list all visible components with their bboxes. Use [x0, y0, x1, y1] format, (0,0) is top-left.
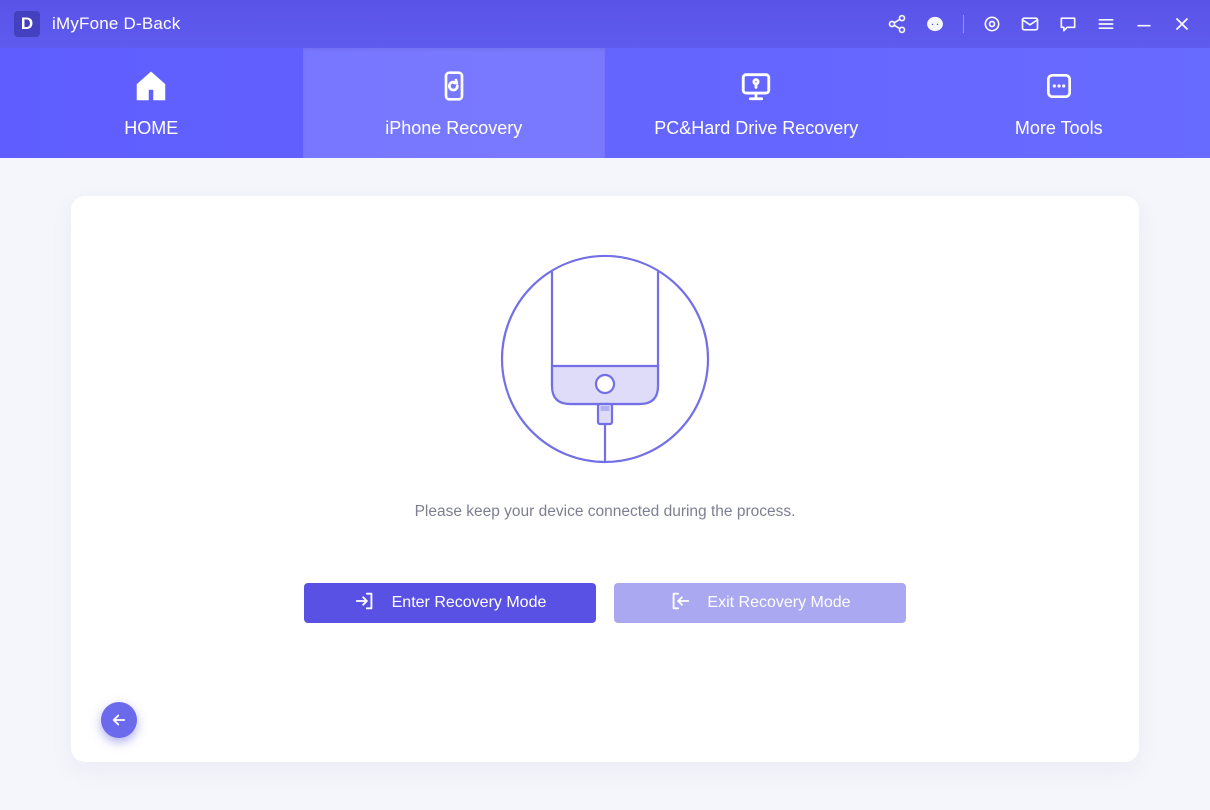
exit-recovery-button[interactable]: Exit Recovery Mode: [614, 583, 906, 623]
separator: [963, 15, 964, 33]
button-label: Exit Recovery Mode: [707, 594, 850, 612]
app-title: iMyFone D-Back: [52, 14, 180, 34]
menu-icon[interactable]: [1096, 14, 1116, 34]
device-connected-illustration: [500, 254, 710, 469]
app-logo: D: [14, 11, 40, 37]
tab-more-tools[interactable]: More Tools: [908, 48, 1210, 158]
mail-icon[interactable]: [1020, 14, 1040, 34]
tab-iphone-recovery[interactable]: iPhone Recovery: [303, 48, 606, 158]
titlebar-icon-group: [887, 14, 1192, 34]
monitor-icon: [738, 68, 774, 104]
button-row: Enter Recovery Mode Exit Recovery Mode: [304, 583, 906, 623]
tab-label: iPhone Recovery: [385, 118, 522, 139]
home-icon: [133, 68, 169, 104]
share-icon[interactable]: [887, 14, 907, 34]
main-nav: HOME iPhone Recovery PC&Hard Drive Recov…: [0, 48, 1210, 158]
more-icon: [1041, 68, 1077, 104]
tab-label: More Tools: [1015, 118, 1103, 139]
tab-label: HOME: [124, 118, 178, 139]
minimize-icon[interactable]: [1134, 14, 1154, 34]
target-icon[interactable]: [982, 14, 1002, 34]
content-area: Please keep your device connected during…: [0, 158, 1210, 810]
button-label: Enter Recovery Mode: [392, 594, 547, 612]
enter-recovery-button[interactable]: Enter Recovery Mode: [304, 583, 596, 623]
tab-home[interactable]: HOME: [0, 48, 303, 158]
tab-pc-recovery[interactable]: PC&Hard Drive Recovery: [605, 48, 908, 158]
discord-icon[interactable]: [925, 14, 945, 34]
tab-label: PC&Hard Drive Recovery: [654, 118, 858, 139]
close-icon[interactable]: [1172, 14, 1192, 34]
back-button[interactable]: [101, 702, 137, 738]
exit-icon: [669, 590, 691, 617]
feedback-icon[interactable]: [1058, 14, 1078, 34]
titlebar: D iMyFone D-Back: [0, 0, 1210, 48]
enter-icon: [354, 590, 376, 617]
main-card: Please keep your device connected during…: [71, 196, 1139, 762]
instruction-text: Please keep your device connected during…: [415, 503, 796, 521]
phone-refresh-icon: [436, 68, 472, 104]
